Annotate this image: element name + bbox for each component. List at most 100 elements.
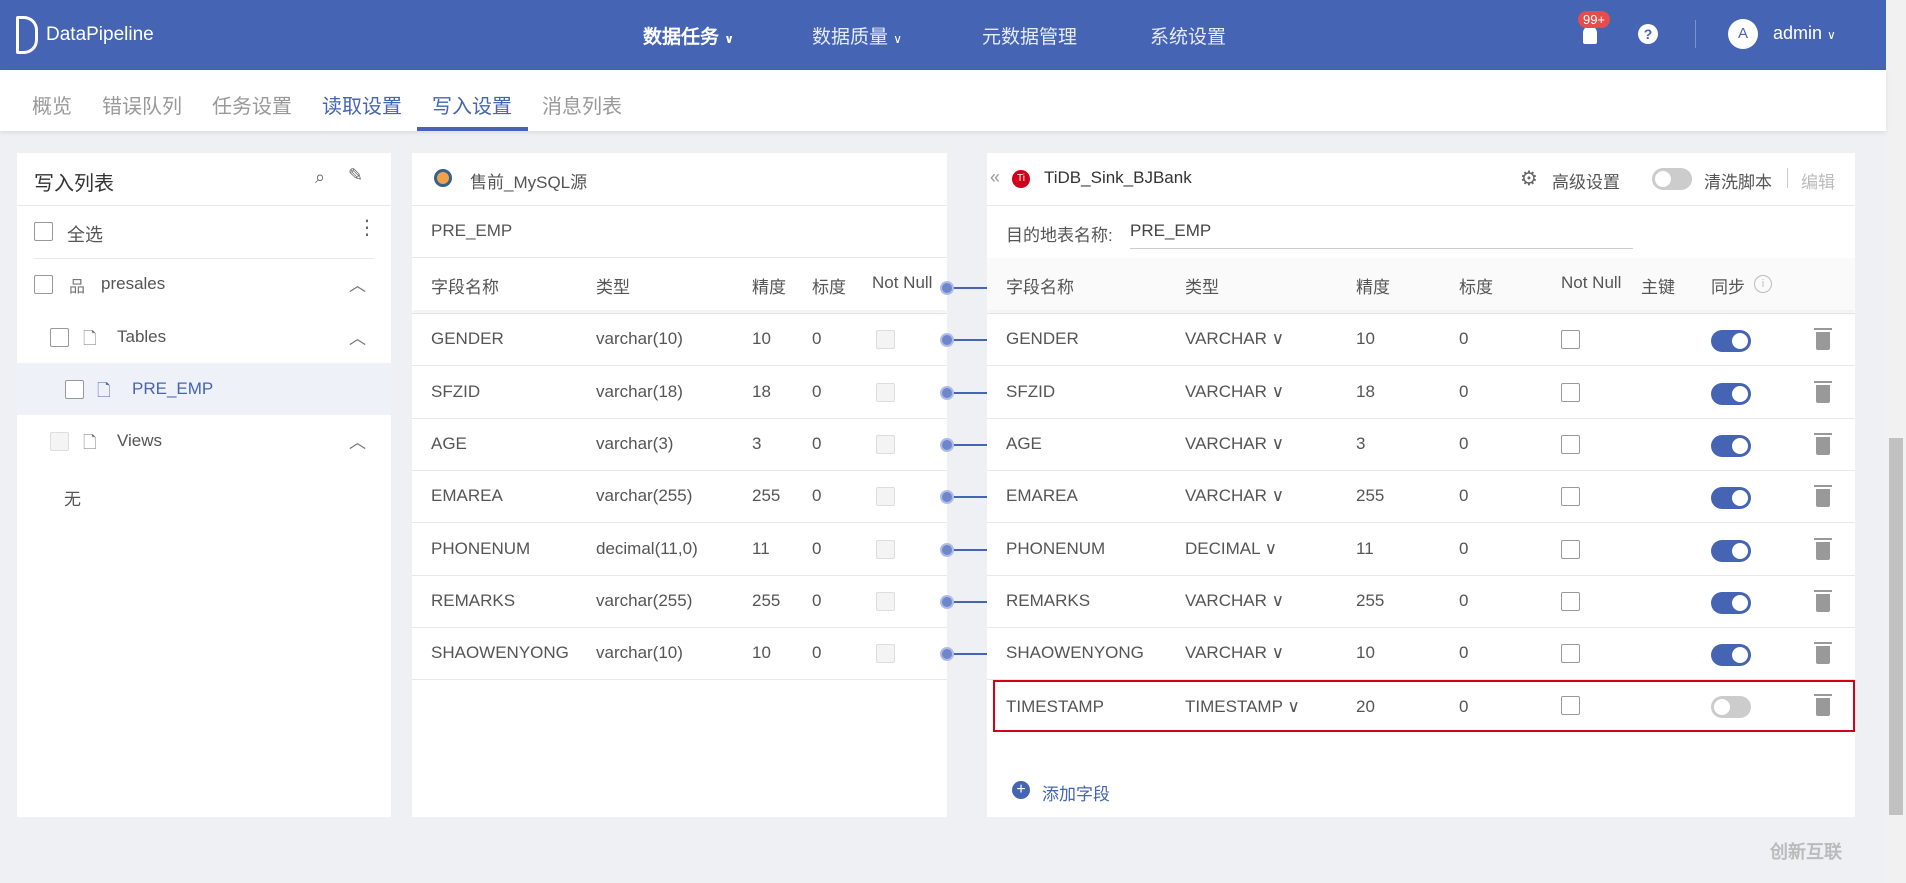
mapping-handle[interactable] (940, 437, 954, 452)
mapping-handle[interactable] (940, 385, 954, 400)
nav-metadata[interactable]: 元数据管理 (982, 22, 1077, 49)
type-select[interactable]: VARCHAR ∨ (1185, 382, 1284, 402)
mapping-handle[interactable] (940, 647, 954, 662)
tab-task-settings[interactable]: 任务设置 (212, 90, 292, 119)
nav-data-tasks[interactable]: 数据任务 ∨ (643, 22, 734, 49)
source-field-row: SFZID varchar(18) 18 0 (412, 367, 947, 419)
source-field-cell: SFZID (431, 381, 481, 401)
search-icon[interactable]: ⌕ (315, 167, 325, 188)
mapping-handle[interactable] (940, 281, 954, 295)
collapse-icon[interactable]: « (990, 167, 1000, 188)
source-field-cell: 10 (752, 329, 771, 349)
source-field-cell: 0 (812, 590, 822, 610)
source-field-cell: varchar(10) (596, 643, 683, 663)
not-null-checkbox[interactable] (1561, 487, 1580, 507)
tab-write-settings[interactable]: 写入设置 (432, 90, 512, 119)
scrollbar[interactable] (1886, 0, 1906, 883)
views-label[interactable]: Views (117, 431, 162, 451)
trash-icon[interactable] (1814, 589, 1832, 612)
sync-toggle[interactable] (1711, 382, 1751, 405)
not-null-checkbox[interactable] (1561, 434, 1580, 454)
clean-script-toggle[interactable] (1652, 168, 1692, 190)
sync-toggle[interactable] (1711, 591, 1751, 614)
mapping-handle[interactable] (940, 490, 954, 505)
sync-toggle[interactable] (1711, 330, 1751, 353)
bell-icon[interactable] (1583, 26, 1597, 44)
type-select[interactable]: DECIMAL ∨ (1185, 539, 1277, 559)
type-select[interactable]: VARCHAR ∨ (1185, 434, 1284, 454)
add-field-button[interactable]: 添加字段 (1042, 780, 1110, 805)
schema-label[interactable]: presales (101, 274, 165, 294)
table-checkbox[interactable] (65, 380, 84, 399)
edit-button[interactable]: 编辑 (1801, 168, 1835, 193)
chevron-up-icon[interactable]: ︿ (349, 428, 366, 453)
help-icon[interactable]: ? (1638, 24, 1658, 44)
precision: 255 (1356, 486, 1385, 506)
type-select[interactable]: VARCHAR ∨ (1185, 643, 1284, 663)
not-null-checkbox[interactable] (1561, 591, 1580, 611)
tab-overview[interactable]: 概览 (32, 90, 72, 119)
divider (1695, 20, 1696, 48)
avatar[interactable]: A (1728, 19, 1758, 49)
not-null-checkbox[interactable] (1561, 330, 1580, 350)
not-null-checkbox[interactable] (1561, 644, 1580, 664)
user-menu[interactable]: admin ∨ (1773, 23, 1836, 44)
app-logo[interactable]: DataPipeline (16, 16, 154, 54)
type-select[interactable]: VARCHAR ∨ (1185, 591, 1284, 611)
trash-icon[interactable] (1814, 694, 1832, 717)
type-select[interactable]: TIMESTAMP ∨ (1185, 697, 1300, 717)
chevron-up-icon[interactable]: ︿ (349, 324, 366, 349)
sync-toggle[interactable] (1711, 487, 1751, 510)
nav-data-quality[interactable]: 数据质量 ∨ (812, 22, 902, 49)
nav-system-settings[interactable]: 系统设置 (1150, 22, 1226, 49)
trash-icon[interactable] (1814, 432, 1832, 455)
source-field-cell: 0 (812, 433, 822, 453)
scrollbar-thumb[interactable] (1889, 438, 1903, 815)
trash-icon[interactable] (1814, 537, 1832, 560)
not-null-checkbox[interactable] (1561, 539, 1580, 559)
mapping-handle[interactable] (940, 542, 954, 557)
sink-panel: « Ti TiDB_Sink_BJBank ⚙ 高级设置 清洗脚本 编辑 目的地… (987, 153, 1855, 817)
info-icon[interactable]: i (1754, 275, 1772, 293)
advanced-settings-button[interactable]: 高级设置 (1552, 168, 1620, 193)
top-bar: DataPipeline 数据任务 ∨ 数据质量 ∨ 元数据管理 系统设置 99… (0, 0, 1886, 70)
not-null-checkbox[interactable] (1561, 382, 1580, 402)
dest-table-input[interactable]: PRE_EMP (1130, 215, 1633, 249)
trash-icon[interactable] (1814, 380, 1832, 403)
tables-checkbox[interactable] (50, 328, 69, 347)
clean-script-label: 清洗脚本 (1704, 173, 1772, 192)
not-null-checkbox[interactable] (1561, 696, 1580, 716)
source-field-cell: 0 (812, 538, 822, 558)
sink-table-header: 字段名称 类型 精度 标度 Not Null 主键 同步 i (987, 258, 1855, 310)
select-all-checkbox[interactable] (34, 222, 53, 241)
sink-name: TiDB_Sink_BJBank (1044, 168, 1192, 187)
tables-label[interactable]: Tables (117, 327, 166, 347)
mapping-handle[interactable] (940, 594, 954, 609)
sync-toggle[interactable] (1711, 696, 1751, 719)
edit-icon[interactable]: ✎ (348, 165, 363, 186)
source-field-cell: 0 (812, 486, 822, 506)
source-field-cell: varchar(255) (596, 590, 693, 610)
type-select[interactable]: VARCHAR ∨ (1185, 486, 1284, 506)
schema-checkbox[interactable] (34, 275, 53, 294)
sync-toggle[interactable] (1711, 539, 1751, 562)
precision: 18 (1356, 381, 1375, 401)
trash-icon[interactable] (1814, 485, 1832, 508)
sink-field-row: EMAREA VARCHAR ∨ 255 0 (987, 471, 1855, 524)
table-item-selected[interactable]: 🗋 PRE_EMP (17, 363, 391, 415)
tab-read-settings[interactable]: 读取设置 (322, 90, 402, 119)
mapping-handle[interactable] (940, 333, 954, 348)
sync-toggle[interactable] (1711, 434, 1751, 457)
source-field-cell: 255 (752, 486, 781, 506)
tab-error-queue[interactable]: 错误队列 (102, 90, 182, 119)
trash-icon[interactable] (1814, 642, 1832, 665)
more-icon[interactable]: ⋮ (357, 215, 377, 240)
type-select[interactable]: VARCHAR ∨ (1185, 329, 1284, 349)
tab-message-list[interactable]: 消息列表 (542, 90, 622, 119)
trash-icon[interactable] (1814, 328, 1832, 351)
sync-toggle[interactable] (1711, 644, 1751, 667)
add-icon[interactable]: + (1012, 781, 1030, 799)
sub-tabs: 概览 错误队列 任务设置 读取设置 写入设置 消息列表 (0, 70, 1886, 131)
gear-icon[interactable]: ⚙ (1520, 166, 1538, 191)
chevron-up-icon[interactable]: ︿ (349, 271, 366, 296)
